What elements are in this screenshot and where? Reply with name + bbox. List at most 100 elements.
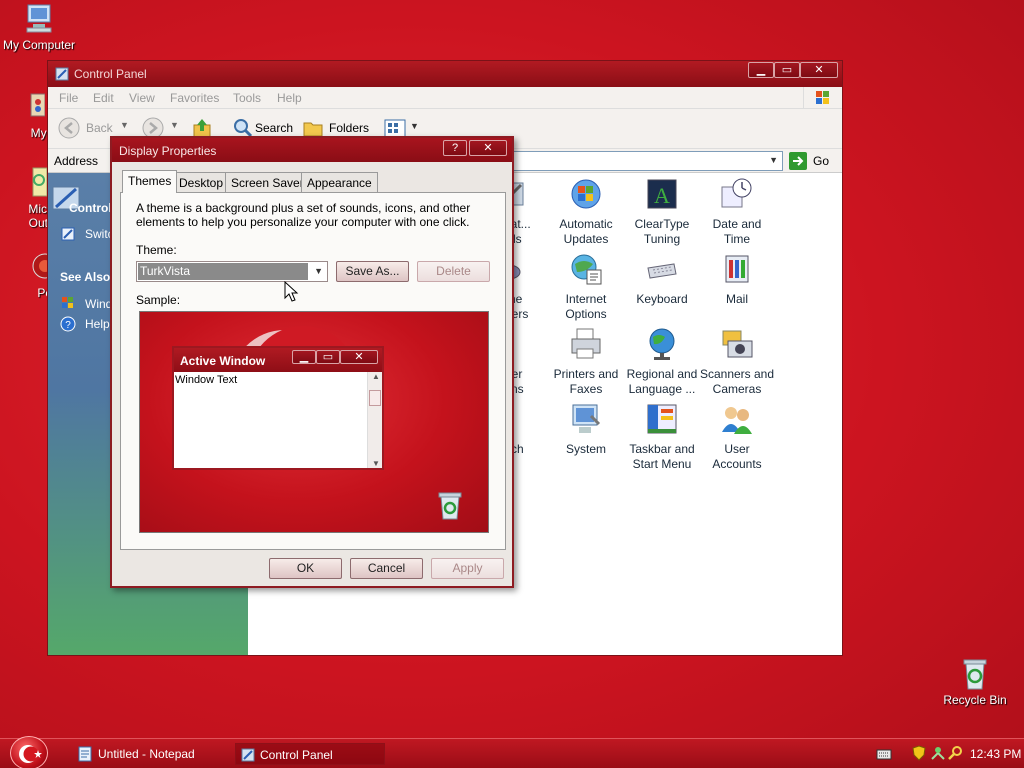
sample-window-titlebar: Active Window ▁ ▭ ✕ [174, 348, 382, 372]
help-button[interactable]: ? [443, 140, 467, 156]
sample-close-icon: ✕ [340, 350, 378, 364]
sample-window-text: Window Text [175, 374, 238, 386]
item-label: Keyboard [636, 292, 688, 306]
automatic-updates-icon [569, 177, 603, 211]
my-computer-icon [22, 2, 56, 36]
item-keyboard[interactable]: Keyboard [622, 252, 702, 307]
item-user-accounts[interactable]: User Accounts [697, 402, 777, 472]
theme-sample-preview: Active Window ▁ ▭ ✕ Window Text ▲ ▼ [139, 311, 489, 533]
menu-favorites[interactable]: Favorites [170, 91, 219, 105]
close-button[interactable]: ✕ [800, 62, 838, 78]
mail-icon [720, 252, 754, 286]
item-automatic-updates[interactable]: Automatic Updates [546, 177, 626, 247]
outlook-icon [13, 166, 48, 200]
sample-scrollbar: ▲ ▼ [367, 372, 382, 468]
back-arrow-icon [58, 117, 80, 139]
tab-appearance[interactable]: Appearance [301, 172, 378, 192]
mouse-cursor-icon [284, 280, 300, 306]
taskbar-item-label: Untitled - Notepad [98, 747, 195, 761]
address-field[interactable]: ▼ [513, 151, 783, 171]
svg-text:?: ? [65, 320, 71, 331]
item-label-line2: Updates [563, 232, 609, 246]
keyboard-tray-icon[interactable] [876, 747, 892, 764]
ok-button[interactable]: OK [269, 558, 342, 579]
item-internet-options[interactable]: Internet Options [546, 252, 626, 322]
close-button[interactable]: ✕ [469, 140, 507, 156]
printers-icon [569, 327, 603, 361]
item-taskbar-start-menu[interactable]: Taskbar and Start Menu [622, 402, 702, 472]
sample-label: Sample: [136, 293, 181, 307]
windows-update-link[interactable]: Wind [85, 297, 112, 311]
item-date-time[interactable]: Date and Time [697, 177, 777, 247]
desktop-icon-label: Recycle Bin [943, 693, 1007, 707]
switch-view-icon [60, 226, 76, 245]
item-label: Taskbar and [629, 442, 695, 456]
address-label: Address [54, 154, 99, 168]
taskbar-item-label: Control Panel [260, 748, 333, 762]
internet-options-icon [569, 252, 603, 286]
windows-logo-icon [803, 87, 841, 109]
desktop-icon-recycle-bin[interactable]: Recycle Bin [935, 657, 1015, 707]
search-tray-icon[interactable] [948, 745, 964, 764]
help-icon: ? [60, 316, 76, 335]
item-mail[interactable]: Mail [697, 252, 777, 307]
tab-screen-saver[interactable]: Screen Saver [225, 172, 310, 192]
item-label-line2: Options [565, 307, 607, 321]
apply-button[interactable]: Apply [431, 558, 504, 579]
maximize-button[interactable]: ▭ [774, 62, 800, 78]
control-panel-icon [240, 747, 256, 768]
item-cleartype-tuning[interactable]: A ClearType Tuning [622, 177, 702, 247]
item-label: System [565, 442, 606, 456]
taskbar-item-notepad[interactable]: Untitled - Notepad [74, 743, 224, 765]
save-as-button[interactable]: Save As... [336, 261, 409, 282]
item-label: Internet [565, 292, 607, 306]
chevron-down-icon[interactable]: ▼ [769, 155, 778, 165]
sample-minimize-icon: ▁ [292, 350, 316, 364]
sample-maximize-icon: ▭ [316, 350, 340, 364]
control-panel-titlebar[interactable]: Control Panel ▁ ▭ ✕ [48, 61, 842, 87]
taskbar-item-control-panel[interactable]: Control Panel [235, 743, 385, 765]
desktop-icon-my-computer[interactable]: My Computer [0, 2, 79, 52]
recycle-bin-icon [958, 657, 992, 691]
theme-select-value: TurkVista [138, 263, 308, 280]
theme-select[interactable]: TurkVista ▼ [136, 261, 328, 282]
folders-label: Folders [329, 121, 370, 135]
network-tray-icon[interactable] [930, 745, 946, 764]
control-panel-app-icon [54, 66, 70, 85]
control-panel-header: Control [69, 201, 112, 215]
see-also-header: See Also [60, 270, 111, 284]
go-button[interactable]: Go [788, 151, 838, 171]
svg-text:A: A [654, 183, 670, 208]
pegasus-icon [17, 250, 58, 284]
item-label: Date and [712, 217, 762, 231]
menu-edit[interactable]: Edit [93, 91, 114, 105]
tab-themes[interactable]: Themes [122, 170, 178, 193]
item-label: ClearType [634, 217, 690, 231]
item-label-line2: Faxes [569, 382, 603, 396]
item-label-line2: Tuning [643, 232, 681, 246]
menu-file[interactable]: File [59, 91, 78, 105]
item-label-line2: Cameras [712, 382, 762, 396]
item-scanners-cameras[interactable]: Scanners and Cameras [697, 327, 777, 397]
item-label-line2: Time [723, 232, 751, 246]
chevron-down-icon: ▼ [170, 120, 179, 130]
start-button[interactable] [10, 736, 48, 768]
item-printers-faxes[interactable]: Printers and Faxes [546, 327, 626, 397]
delete-button[interactable]: Delete [417, 261, 490, 282]
minimize-button[interactable]: ▁ [748, 62, 774, 78]
dialog-titlebar[interactable]: Display Properties ? ✕ [112, 138, 512, 162]
help-support-link[interactable]: Help [85, 317, 110, 331]
item-regional-language[interactable]: Regional and Language ... [622, 327, 702, 397]
cancel-button[interactable]: Cancel [350, 558, 423, 579]
menu-view[interactable]: View [129, 91, 155, 105]
cleartype-icon: A [645, 177, 679, 211]
item-label-line2: Language ... [628, 382, 696, 396]
menu-tools[interactable]: Tools [233, 91, 261, 105]
tab-desktop[interactable]: Desktop [173, 172, 230, 192]
themes-panel: A theme is a background plus a set of so… [120, 192, 506, 550]
item-system[interactable]: System [546, 402, 626, 457]
clock[interactable]: 12:43 PM [970, 747, 1021, 761]
shield-icon[interactable] [912, 745, 926, 764]
go-arrow-icon [789, 152, 807, 170]
menu-help[interactable]: Help [277, 91, 302, 105]
